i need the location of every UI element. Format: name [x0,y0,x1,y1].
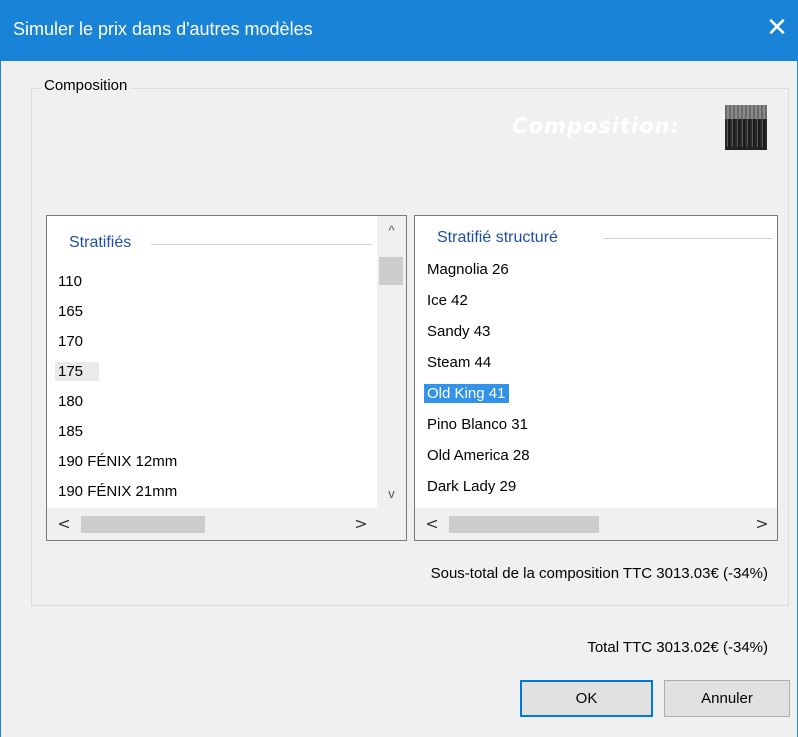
scroll-left-icon[interactable]: < [49,508,79,540]
horizontal-scrollbar[interactable]: < > [415,508,777,540]
list-item-hovered[interactable]: 175 [55,362,99,381]
list-item[interactable]: 180 [55,392,87,411]
scroll-right-icon[interactable]: > [747,508,777,540]
ok-button[interactable]: OK [520,680,653,717]
scroll-thumb[interactable] [449,516,599,533]
composition-watermark-label: Composition: [512,114,680,138]
horizontal-scrollbar[interactable]: < > [47,508,406,540]
scroll-right-icon[interactable]: > [346,508,376,540]
stratifies-listbox[interactable]: Stratifiés 110 165 170 175 180 185 190 F… [46,215,407,541]
header-divider [603,238,773,239]
list-item[interactable]: Old America 28 [424,446,534,465]
material-swatch-image [725,105,767,150]
list-item[interactable]: 185 [55,422,87,441]
list-item[interactable]: Steam 44 [424,353,495,372]
list-item[interactable]: 190 FÉNIX 21mm [55,482,181,501]
subtotal-label: Sous-total de la composition TTC 3013.03… [430,565,768,582]
list-item[interactable]: Sandy 43 [424,322,494,341]
scroll-thumb[interactable] [379,257,403,285]
list-item-selected[interactable]: Old King 41 [424,384,510,403]
scroll-thumb[interactable] [81,516,205,533]
list-item[interactable]: 170 [55,332,87,351]
stratifie-structure-listbox[interactable]: Stratifié structuré Magnolia 26 Ice 42 S… [414,215,778,541]
window-title: Simuler le prix dans d'autres modèles [13,19,313,39]
list-item[interactable]: Ice 42 [424,291,472,310]
cancel-button[interactable]: Annuler [664,680,790,717]
list-item[interactable]: 190 FÉNIX 12mm [55,452,181,471]
stratifies-header: Stratifiés [69,234,132,251]
total-label: Total TTC 3013.02€ (-34%) [587,639,768,656]
title-bar: Simuler le prix dans d'autres modèles ✕ [1,0,798,61]
composition-group-label: Composition [41,77,131,94]
list-item[interactable]: 110 [55,272,86,291]
scroll-up-icon[interactable]: ^ [377,221,406,241]
close-icon[interactable]: ✕ [763,14,791,42]
list-item[interactable]: Pino Blanco 31 [424,415,532,434]
scroll-left-icon[interactable]: < [417,508,447,540]
stratifie-structure-header: Stratifié structuré [437,229,558,246]
header-divider [151,244,373,245]
dialog-window: Simuler le prix dans d'autres modèles ✕ … [0,0,798,737]
list-item[interactable]: 165 [55,302,87,321]
scroll-down-icon[interactable]: v [377,484,406,504]
list-item[interactable]: Dark Lady 29 [424,477,520,496]
list-item[interactable]: Magnolia 26 [424,260,513,279]
vertical-scrollbar[interactable]: ^ v [377,216,406,508]
